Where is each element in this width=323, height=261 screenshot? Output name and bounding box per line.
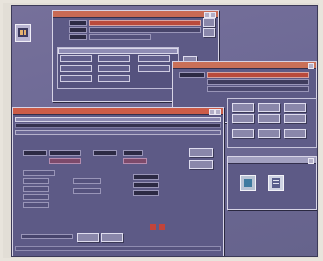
file-icon[interactable] [240, 175, 256, 191]
window-mid-field-2[interactable] [207, 72, 309, 78]
list-item[interactable] [23, 178, 49, 184]
form-field[interactable] [133, 182, 159, 188]
window-front-statusbar [15, 246, 221, 251]
panel-button[interactable] [284, 129, 306, 138]
panel-button[interactable] [258, 129, 280, 138]
list-item[interactable] [23, 186, 49, 192]
window-mid-field-1[interactable] [179, 72, 205, 78]
panel-button[interactable] [232, 103, 254, 112]
file-icon-glyph [244, 179, 252, 187]
table-cell[interactable] [98, 55, 130, 62]
window-mid-titlebar[interactable] [173, 62, 316, 69]
list-item[interactable] [73, 178, 101, 184]
table-cell[interactable] [98, 65, 130, 72]
window-top-field-3[interactable] [69, 27, 87, 33]
window-mid-field-3[interactable] [207, 79, 309, 85]
form-field[interactable] [133, 174, 159, 180]
window-front-bottom-field[interactable] [21, 234, 73, 239]
window-small-close-button[interactable] [308, 158, 314, 164]
window-front[interactable] [12, 107, 224, 256]
table-cell[interactable] [98, 75, 130, 82]
window-front-menubar[interactable] [15, 117, 221, 122]
status-swatch [159, 224, 165, 230]
form-field[interactable] [23, 150, 47, 156]
window-small[interactable] [227, 156, 317, 210]
form-field[interactable] [49, 158, 81, 164]
window-front-bottom-button-1[interactable] [77, 233, 99, 242]
window-front-toolbar[interactable] [15, 123, 221, 128]
window-front-side-button-1[interactable] [189, 148, 213, 157]
table-cell[interactable] [60, 65, 92, 72]
status-swatch [150, 224, 156, 230]
list-item[interactable] [23, 202, 49, 208]
window-front-bottom-button-2[interactable] [101, 233, 123, 242]
window-front-titlebar[interactable] [13, 108, 223, 115]
table-header [58, 48, 178, 54]
document-icon-glyph [272, 178, 280, 188]
window-top-field-4[interactable] [89, 27, 201, 33]
panel-button[interactable] [258, 114, 280, 123]
window-mid-field-4[interactable] [207, 86, 309, 92]
form-field[interactable] [133, 190, 159, 196]
window-top-field-2[interactable] [89, 20, 201, 26]
table-cell[interactable] [138, 65, 170, 72]
window-top-field-5[interactable] [69, 34, 87, 40]
form-field[interactable] [93, 150, 117, 156]
window-front-close-button[interactable] [215, 109, 221, 115]
table-cell[interactable] [60, 75, 92, 82]
application-icon[interactable] [15, 24, 31, 42]
document-icon[interactable] [268, 175, 284, 191]
panel-button[interactable] [284, 114, 306, 123]
list-item[interactable] [23, 170, 55, 176]
form-field[interactable] [49, 150, 81, 156]
panel-button[interactable] [232, 114, 254, 123]
window-mid-close-button[interactable] [308, 63, 314, 69]
table-cell[interactable] [60, 55, 92, 62]
window-top-table [57, 47, 179, 89]
desktop [11, 5, 318, 257]
right-button-panel [227, 98, 317, 148]
window-top-field-1[interactable] [69, 20, 87, 26]
list-item[interactable] [23, 194, 49, 200]
window-front-pathbar[interactable] [15, 130, 221, 135]
list-item[interactable] [73, 188, 101, 194]
window-top-button-2[interactable] [203, 28, 215, 37]
property-list [23, 170, 173, 218]
window-front-side-button-2[interactable] [189, 160, 213, 169]
panel-button[interactable] [284, 103, 306, 112]
form-field[interactable] [123, 150, 143, 156]
window-top-titlebar[interactable] [53, 11, 218, 18]
window-top-field-6[interactable] [89, 34, 151, 40]
screen-frame [3, 3, 319, 258]
form-field[interactable] [123, 158, 147, 164]
window-top-button-1[interactable] [203, 18, 215, 27]
panel-button[interactable] [232, 129, 254, 138]
panel-button[interactable] [258, 103, 280, 112]
table-cell[interactable] [138, 55, 170, 62]
window-small-titlebar[interactable] [228, 157, 316, 164]
application-icon-glyph [18, 28, 28, 37]
